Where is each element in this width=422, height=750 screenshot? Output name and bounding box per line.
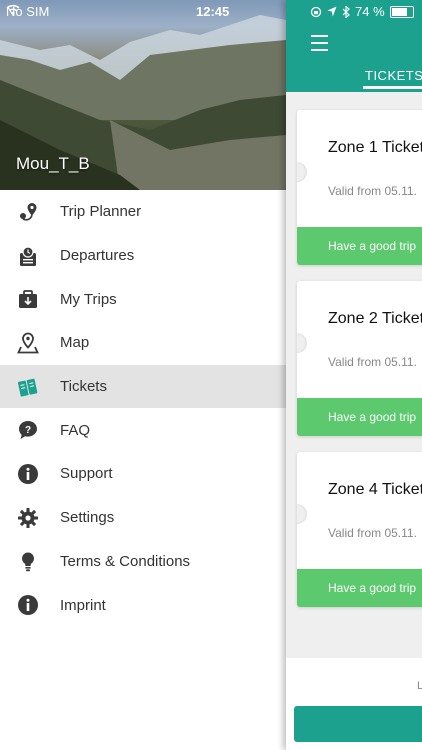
location-arrow-icon: [327, 6, 337, 17]
ticket-title: Zone 2 Ticket: [328, 310, 422, 327]
ticket-validity: Valid from 05.11.: [328, 355, 417, 369]
status-carrier: No SIM: [6, 4, 49, 19]
ticket-title: Zone 4 Ticket: [328, 481, 422, 498]
app-bar: 74 % TICKETS: [286, 0, 422, 92]
ticket-notch: [297, 504, 307, 524]
wifi-icon: [6, 4, 20, 15]
menu-item-label: Settings: [60, 509, 115, 527]
ticket-footer-text: Have a good trip: [328, 239, 417, 253]
menu-item-faq[interactable]: ? FAQ: [0, 408, 286, 452]
menu-item-label: Departures: [60, 247, 135, 265]
svg-text:?: ?: [25, 425, 31, 436]
gear-icon: [18, 507, 38, 528]
ticket-validity: Valid from 05.11.: [328, 184, 417, 198]
ticket-card[interactable]: Zone 1 Ticket Valid from 05.11. Have a g…: [297, 110, 422, 265]
menu-item-trip-planner[interactable]: Trip Planner: [0, 190, 286, 234]
ticket-title: Zone 1 Ticket: [328, 139, 422, 156]
tickets-icon: [17, 378, 38, 397]
menu-item-tickets[interactable]: Tickets: [0, 364, 286, 409]
menu-item-label: Imprint: [60, 596, 106, 614]
ticket-card[interactable]: Zone 4 Ticket Valid from 05.11. Have a g…: [297, 452, 422, 607]
ticket-footer-text: Have a good trip: [328, 581, 417, 595]
ticket-footer: Have a good trip: [297, 227, 422, 265]
tickets-screen: 74 % TICKETS Zone 1 Ticket Valid from 05…: [286, 0, 422, 750]
ticket-card[interactable]: Zone 2 Ticket Valid from 05.11. Have a g…: [297, 281, 422, 436]
clock-list-icon: [20, 246, 36, 266]
battery-percent: 74 %: [355, 4, 385, 19]
info-icon: [18, 595, 38, 616]
status-time: 12:45: [196, 4, 230, 19]
lightbulb-icon: [21, 552, 34, 571]
ticket-validity: Valid from 05.11.: [328, 526, 417, 540]
menu-item-my-trips[interactable]: My Trips: [0, 277, 286, 321]
menu-item-label: FAQ: [60, 421, 91, 439]
menu-item-label: Support: [60, 465, 113, 483]
menu-item-imprint[interactable]: Imprint: [0, 583, 286, 627]
tab-indicator: [363, 86, 422, 89]
primary-action-button[interactable]: [294, 706, 422, 742]
ticket-notch: [297, 333, 307, 353]
drawer-menu: Trip Planner Departures My Trips Map Tic…: [0, 190, 286, 627]
tab-tickets[interactable]: TICKETS: [365, 68, 422, 83]
question-bubble-icon: ?: [19, 421, 37, 440]
map-pin-icon: [17, 332, 39, 354]
navigation-drawer: No SIM 12:45 Mou_T_B Trip Planner Depart…: [0, 0, 286, 750]
menu-item-support[interactable]: Support: [0, 452, 286, 496]
drawer-header: No SIM 12:45 Mou_T_B: [0, 0, 286, 190]
menu-item-label: My Trips: [60, 290, 117, 308]
status-indicators: 74 %: [310, 4, 414, 19]
route-pin-icon: [20, 203, 37, 221]
ticket-footer: Have a good trip: [297, 398, 422, 436]
ticket-notch: [297, 162, 307, 182]
menu-item-label: Trip Planner: [60, 203, 142, 221]
bottom-partial-text: L: [417, 680, 422, 692]
menu-item-departures[interactable]: Departures: [0, 234, 286, 278]
menu-item-label: Tickets: [60, 378, 107, 396]
menu-item-label: Map: [60, 334, 90, 352]
menu-item-label: Terms & Conditions: [60, 552, 191, 570]
menu-item-map[interactable]: Map: [0, 321, 286, 365]
rotation-lock-icon: [310, 6, 322, 17]
briefcase-icon: [19, 290, 37, 309]
ticket-footer: Have a good trip: [297, 569, 422, 607]
ticket-footer-text: Have a good trip: [328, 410, 417, 424]
menu-item-terms[interactable]: Terms & Conditions: [0, 540, 286, 584]
battery-icon: [389, 5, 414, 18]
bluetooth-icon: [342, 5, 350, 18]
menu-item-settings[interactable]: Settings: [0, 496, 286, 540]
menu-toggle-icon[interactable]: [311, 35, 328, 56]
username-label: Mou_T_B: [16, 154, 90, 173]
info-icon: [18, 464, 38, 485]
